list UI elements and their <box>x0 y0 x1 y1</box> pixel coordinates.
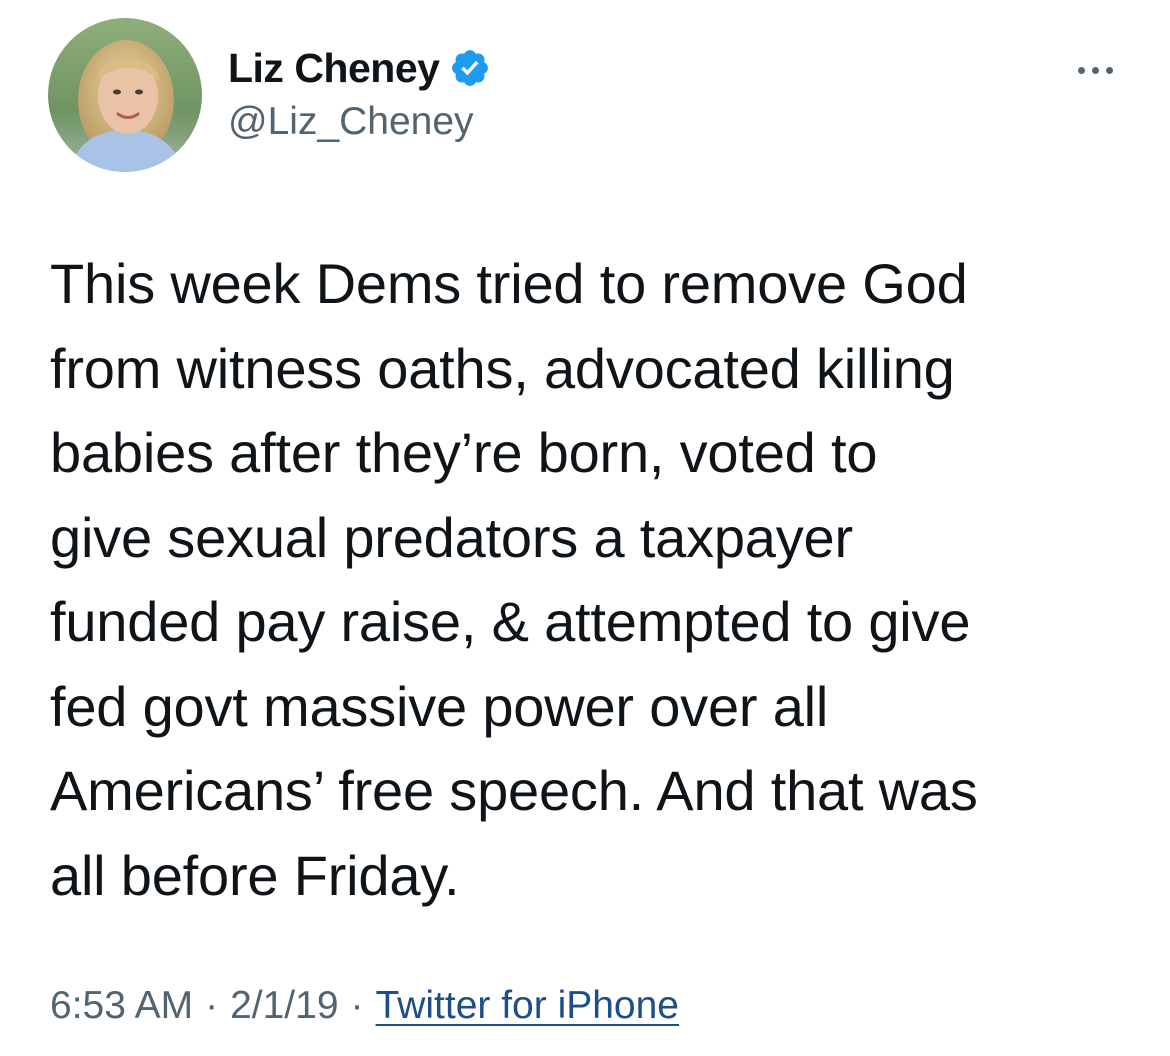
meta-separator: · <box>350 984 364 1027</box>
meta-separator: · <box>205 984 219 1027</box>
display-name[interactable]: Liz Cheney <box>228 45 440 92</box>
avatar-image <box>48 18 202 172</box>
tweet-text: This week Dems tried to remove God from … <box>50 252 978 907</box>
tweet-time[interactable]: 6:53 AM <box>50 984 193 1028</box>
tweet-date[interactable]: 2/1/19 <box>230 984 338 1028</box>
display-name-row: Liz Cheney <box>228 42 491 94</box>
tweet-meta: 6:53 AM · 2/1/19 · Twitter for iPhone <box>50 984 679 1028</box>
tweet-source-link[interactable]: Twitter for iPhone <box>376 984 679 1028</box>
avatar[interactable] <box>48 18 202 172</box>
tweet: Liz Cheney @Liz_Cheney This week Dems tr… <box>0 0 1170 1056</box>
more-options-icon[interactable] <box>1060 50 1130 90</box>
user-handle[interactable]: @Liz_Cheney <box>228 100 491 144</box>
user-info: Liz Cheney @Liz_Cheney <box>228 42 491 144</box>
verified-badge-icon <box>449 47 491 89</box>
